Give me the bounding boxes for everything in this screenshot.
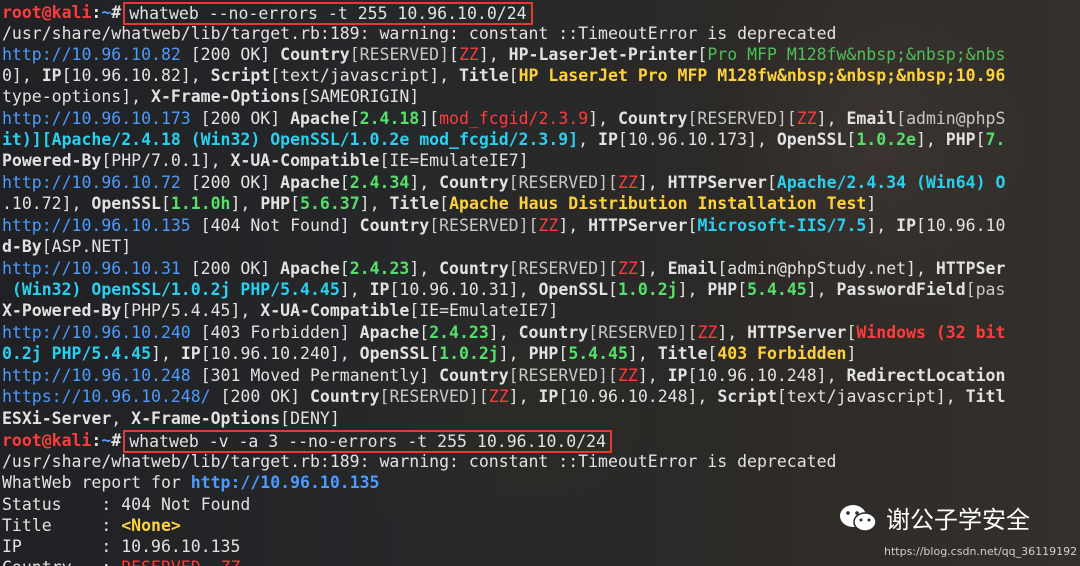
result-line-82-cont: 0], IP[10.96.10.82], Script[text/javascr… [2,66,1006,85]
result-line-173-cont2: Powered-By[PHP/7.0.1], X-UA-Compatible[I… [2,151,529,170]
prompt-line-1: root@kali:~# whatweb --no-errors -t 255 1… [2,2,533,25]
prompt-user: root@kali [2,431,92,450]
result-line-82-cont2: type-options], X-Frame-Options[SAMEORIGI… [2,87,420,106]
report-country-row: Country : RESERVED, ZZ [2,557,240,566]
result-line-31-cont2: X-Powered-By[PHP/5.4.45], X-UA-Compatibl… [2,301,559,320]
report-ip-row: IP : 10.96.10.135 [2,537,241,556]
result-url-link[interactable]: http://10.96.10.173 [2,109,191,128]
watermark: 谢公子学安全 [838,500,1030,535]
prompt-user: root@kali [2,3,92,22]
warning-line-2: /usr/share/whatweb/lib/target.rb:189: wa… [2,452,837,471]
result-line-173: http://10.96.10.173 [200 OK] Apache[2.4.… [2,109,1006,128]
result-url-link[interactable]: http://10.96.10.248 [2,366,191,385]
result-line-82: http://10.96.10.82 [200 OK] Country[RESE… [2,45,1006,64]
watermark-url: https://blog.csdn.net/qq_36119192 [884,545,1078,558]
result-line-135: http://10.96.10.135 [404 Not Found] Coun… [2,216,1006,235]
result-url-link[interactable]: http://10.96.10.72 [2,173,181,192]
report-status-row: Status : 404 Not Found [2,495,251,514]
result-line-31-cont: (Win32) OpenSSL/1.0.2j PHP/5.4.45], IP[1… [2,280,1006,299]
result-line-173-cont: it)][Apache/2.4.18 (Win32) OpenSSL/1.0.2… [2,130,1006,149]
report-title-row: Title : <None> [2,516,181,535]
terminal-window[interactable]: root@kali:~# whatweb --no-errors -t 255 1… [0,0,1080,566]
watermark-name: 谢公子学安全 [886,506,1030,534]
result-url-link[interactable]: http://10.96.10.31 [2,259,181,278]
result-line-240-cont: 0.2j PHP/5.4.45], IP[10.96.10.240], Open… [2,344,857,363]
result-line-248-cont: ESXi-Server, X-Frame-Options[DENY] [2,409,340,428]
result-line-31: http://10.96.10.31 [200 OK] Apache[2.4.2… [2,259,1006,278]
result-line-72-cont: .10.72], OpenSSL[1.1.0h], PHP[5.6.37], T… [2,194,877,213]
result-url-link[interactable]: https://10.96.10.248/ [2,387,211,406]
result-url-link[interactable]: http://10.96.10.135 [2,216,191,235]
warning-line-1: /usr/share/whatweb/lib/target.rb:189: wa… [2,24,837,43]
result-url-link[interactable]: http://10.96.10.82 [2,45,181,64]
command-highlight-1: whatweb --no-errors -t 255 10.96.10.0/24 [123,2,533,25]
result-url-link[interactable]: http://10.96.10.240 [2,323,191,342]
result-line-72: http://10.96.10.72 [200 OK] Apache[2.4.3… [2,173,1006,192]
result-line-135-cont: d-By[ASP.NET] [2,237,132,256]
report-header: WhatWeb report for http://10.96.10.135 [2,473,380,492]
result-line-248: http://10.96.10.248 [301 Moved Permanent… [2,366,1006,385]
command-highlight-2: whatweb -v -a 3 --no-errors -t 255 10.96… [123,430,613,453]
result-line-248-https: https://10.96.10.248/ [200 OK] Country[R… [2,387,1006,406]
prompt-line-2: root@kali:~# whatweb -v -a 3 --no-errors … [2,430,613,453]
wechat-icon [838,503,878,533]
result-line-240: http://10.96.10.240 [403 Forbidden] Apac… [2,323,1006,342]
report-url-link[interactable]: http://10.96.10.135 [191,473,380,492]
